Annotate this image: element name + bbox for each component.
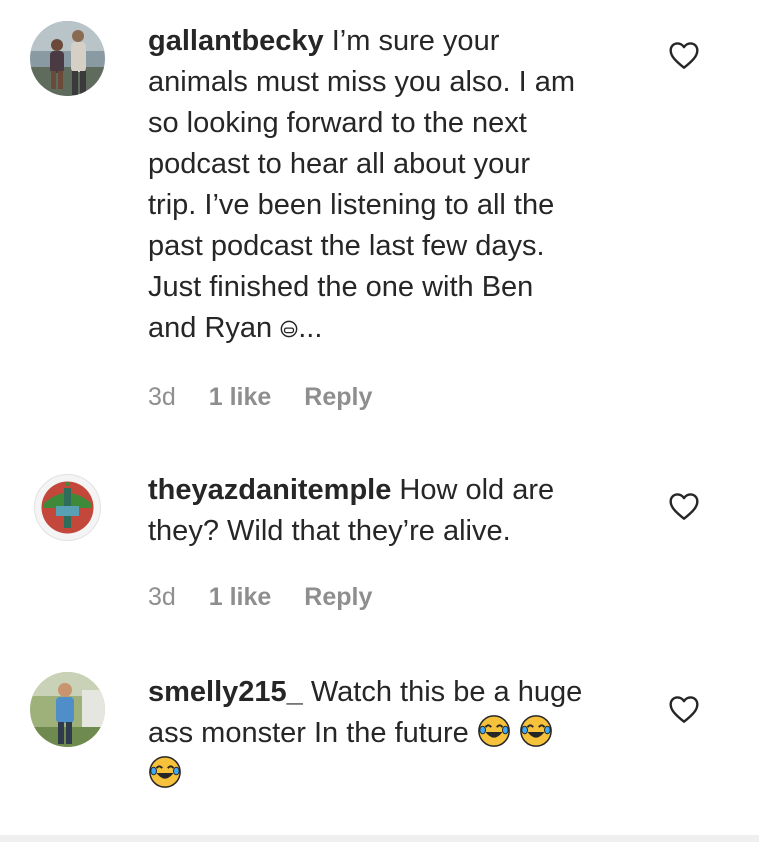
- avatar[interactable]: [30, 21, 105, 96]
- comment-likes[interactable]: 1 like: [209, 383, 272, 411]
- comment-text: smelly215_ Watch this be a huge ass mons…: [148, 672, 628, 795]
- comment-line: How old are: [399, 474, 555, 506]
- reply-button[interactable]: Reply: [304, 583, 372, 611]
- comments-list: gallantbecky I’m sure your animals must …: [0, 0, 759, 842]
- more-ellipsis[interactable]: ...: [298, 312, 322, 344]
- comment-username[interactable]: gallantbecky: [148, 25, 324, 57]
- grimacing-face-emoji-icon: [280, 320, 298, 338]
- comment-username[interactable]: theyazdanitemple: [148, 474, 391, 506]
- reply-button[interactable]: Reply: [304, 383, 372, 411]
- tears-of-joy-emoji-icon: [520, 715, 552, 747]
- comment-line: they? Wild that they’re alive.: [148, 515, 511, 547]
- comment-line: animals must miss you also. I am: [148, 66, 576, 98]
- comment-line: so looking forward to the next: [148, 107, 527, 139]
- heart-outline-icon[interactable]: [668, 694, 700, 724]
- temple-logo-avatar-icon: [30, 470, 105, 545]
- comment-body: theyazdanitemple How old are they? Wild …: [148, 470, 628, 611]
- people-photo-avatar-icon: [30, 21, 105, 96]
- comment-likes[interactable]: 1 like: [209, 583, 272, 611]
- heart-outline-icon[interactable]: [668, 40, 700, 70]
- comment-item: smelly215_ Watch this be a huge ass mons…: [30, 672, 730, 822]
- heart-outline-icon[interactable]: [668, 491, 700, 521]
- comment-line: past podcast the last few days.: [148, 230, 545, 262]
- comment-item: gallantbecky I’m sure your animals must …: [30, 21, 730, 421]
- comment-line: I’m sure your: [331, 25, 500, 57]
- comment-line: and Ryan: [148, 312, 273, 344]
- avatar[interactable]: [30, 672, 105, 747]
- comment-line: trip. I’ve been listening to all the: [148, 189, 555, 221]
- comment-line: ass monster In the future: [148, 717, 469, 749]
- comment-text: gallantbecky I’m sure your animals must …: [148, 21, 628, 349]
- person-outdoors-avatar-icon: [30, 672, 105, 747]
- avatar[interactable]: [30, 470, 105, 545]
- comment-text: theyazdanitemple How old are they? Wild …: [148, 470, 628, 552]
- comment-item: theyazdanitemple How old are they? Wild …: [30, 470, 730, 630]
- comment-line: Just finished the one with Ben: [148, 271, 534, 303]
- comment-body: gallantbecky I’m sure your animals must …: [148, 21, 628, 411]
- comment-line: podcast to hear all about your: [148, 148, 531, 180]
- comment-meta: 3d 1 like Reply: [148, 383, 398, 412]
- divider: [0, 835, 759, 842]
- comment-username[interactable]: smelly215_: [148, 676, 303, 708]
- tears-of-joy-emoji-icon: [149, 756, 181, 788]
- comment-meta: 3d 1 like Reply: [148, 583, 398, 612]
- comment-age[interactable]: 3d: [148, 383, 176, 411]
- comment-line: Watch this be a huge: [310, 676, 583, 708]
- tears-of-joy-emoji-icon: [477, 715, 510, 747]
- comment-body: smelly215_ Watch this be a huge ass mons…: [148, 672, 628, 795]
- comment-age[interactable]: 3d: [148, 583, 176, 611]
